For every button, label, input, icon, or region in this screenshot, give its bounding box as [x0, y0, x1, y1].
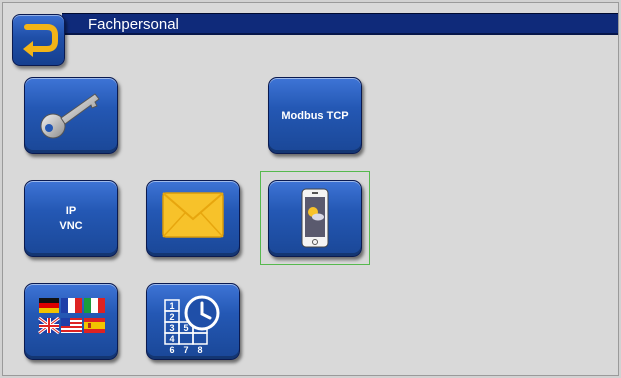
app-button[interactable]	[268, 180, 362, 257]
smartphone-weather-icon	[301, 188, 329, 248]
ip-label: IP	[65, 205, 77, 217]
ip-vnc-button[interactable]: IP VNC	[24, 180, 118, 257]
modbus-tcp-button[interactable]: Modbus TCP	[268, 77, 362, 154]
language-button[interactable]	[24, 283, 118, 360]
calendar-day-3: 3	[169, 323, 174, 333]
calendar-day-4: 4	[169, 334, 174, 344]
calendar-day-8: 8	[197, 345, 202, 355]
key-icon	[40, 93, 100, 139]
back-button[interactable]	[12, 14, 65, 66]
language-flags-icon	[38, 298, 105, 335]
envelope-icon	[162, 192, 224, 238]
calendar-day-2: 2	[169, 312, 174, 322]
modbus-tcp-label: Modbus TCP	[281, 110, 349, 122]
vnc-label: VNC	[59, 220, 83, 232]
time-program-button[interactable]: 1 2 3 4 5 6 7 8	[146, 283, 240, 360]
email-button[interactable]	[146, 180, 240, 257]
calendar-day-7: 7	[183, 345, 188, 355]
calendar-day-5: 5	[183, 323, 188, 333]
clock-calendar-icon: 1 2 3 4 5 6 7 8	[164, 295, 220, 355]
access-key-button[interactable]	[24, 77, 118, 154]
calendar-day-1: 1	[169, 301, 174, 311]
title-bar: Fachpersonal	[62, 13, 618, 35]
return-arrow-icon	[23, 24, 58, 57]
calendar-day-6: 6	[169, 345, 174, 355]
page-title: Fachpersonal	[88, 16, 179, 33]
